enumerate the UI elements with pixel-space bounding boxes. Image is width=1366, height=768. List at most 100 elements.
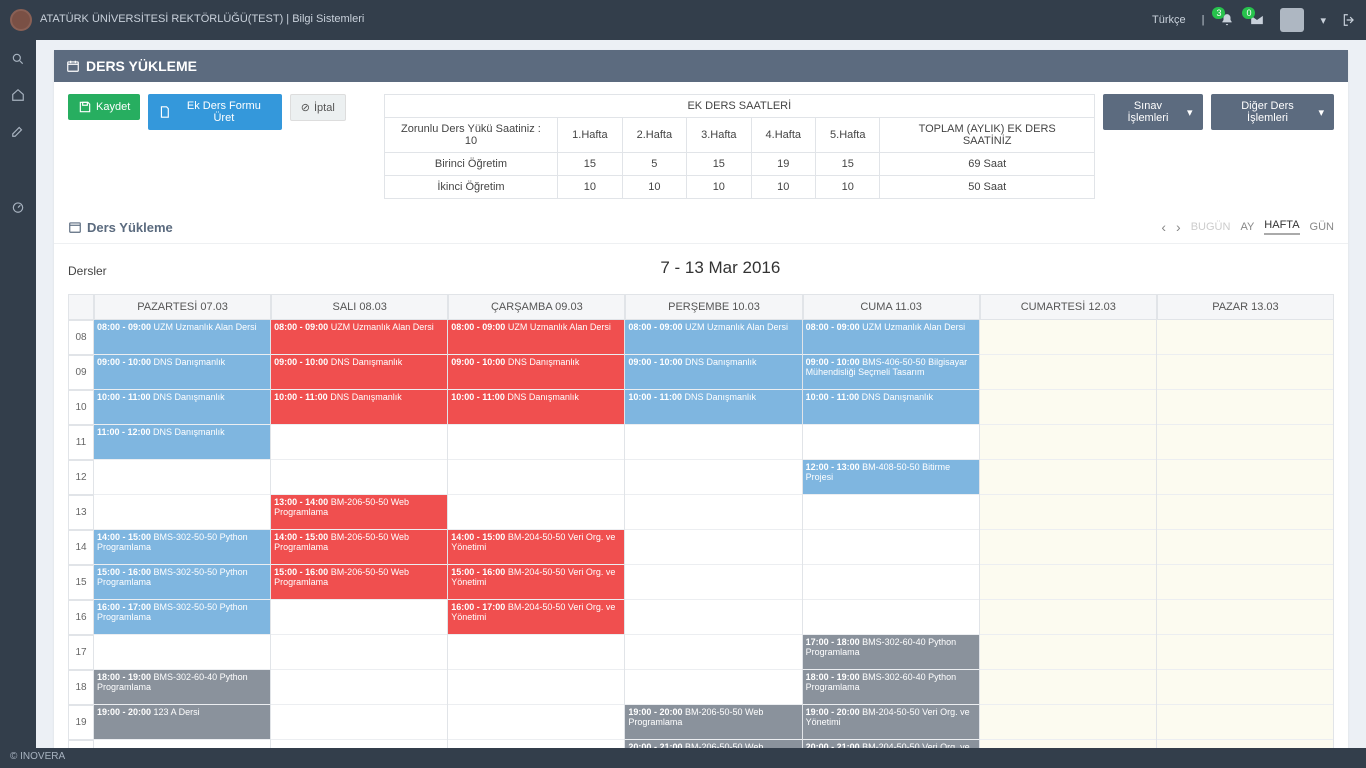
- nav-search[interactable]: [11, 52, 25, 66]
- day-header: SALI 08.03: [271, 294, 448, 320]
- calendar-event[interactable]: 13:00 - 14:00 BM-206-50-50 Web Programla…: [271, 495, 447, 529]
- calendar-event[interactable]: 09:00 - 10:00 DNS Danışmanlık: [625, 355, 801, 389]
- topbar-right: Türkçe | 3 0 ▾: [1152, 8, 1356, 32]
- calendar-event[interactable]: 14:00 - 15:00 BM-204-50-50 Veri Org. ve …: [448, 530, 624, 564]
- calendar-event[interactable]: 10:00 - 11:00 DNS Danışmanlık: [271, 390, 447, 424]
- zorunlu-header: Zorunlu Ders Yükü Saatiniz : 10: [384, 118, 557, 153]
- day-header: PAZARTESİ 07.03: [94, 294, 271, 320]
- calendar-event[interactable]: 18:00 - 19:00 BMS-302-60-40 Python Progr…: [803, 670, 979, 704]
- nav-dashboard[interactable]: [11, 200, 25, 214]
- language-switch[interactable]: Türkçe: [1152, 14, 1186, 26]
- left-nav: [0, 40, 36, 748]
- calendar-event[interactable]: 16:00 - 17:00 BMS-302-50-50 Python Progr…: [94, 600, 270, 634]
- calendar-event[interactable]: 15:00 - 16:00 BMS-302-50-50 Python Progr…: [94, 565, 270, 599]
- day-column[interactable]: 08:00 - 09:00 UZM Uzmanlık Alan Dersi09:…: [94, 320, 271, 748]
- app-title: ATATÜRK ÜNİVERSİTESİ REKTÖRLÜĞÜ(TEST) | …: [40, 13, 1152, 26]
- hour-label: 19: [68, 705, 94, 740]
- calendar-event[interactable]: 15:00 - 16:00 BM-206-50-50 Web Programla…: [271, 565, 447, 599]
- calendar-event[interactable]: 09:00 - 10:00 DNS Danışmanlık: [94, 355, 270, 389]
- app-logo: [10, 9, 32, 31]
- ek-title: EK DERS SAATLERİ: [384, 95, 1094, 118]
- content-area: DERS YÜKLEME Kaydet Ek Ders Formu Üret ⊘…: [36, 40, 1366, 748]
- calendar-grid[interactable]: PAZARTESİ 07.03SALI 08.03ÇARŞAMBA 09.03P…: [68, 294, 1334, 748]
- hour-label: 11: [68, 425, 94, 460]
- day-column[interactable]: 08:00 - 09:00 UZM Uzmanlık Alan Dersi09:…: [803, 320, 980, 748]
- day-header: PAZAR 13.03: [1157, 294, 1334, 320]
- calendar-event[interactable]: 10:00 - 11:00 DNS Danışmanlık: [803, 390, 979, 424]
- hour-label: 08: [68, 320, 94, 355]
- calendar-event[interactable]: 20:00 - 21:00 BM-204-50-50 Veri Org. ve …: [803, 740, 979, 748]
- calendar-icon: [66, 59, 80, 73]
- logout-icon[interactable]: [1342, 13, 1356, 27]
- section-title: Ders Yükleme: [68, 220, 1161, 235]
- week-button[interactable]: HAFTA: [1264, 219, 1299, 235]
- day-button[interactable]: GÜN: [1310, 221, 1334, 233]
- nav-edit[interactable]: [11, 124, 25, 138]
- calendar-event[interactable]: 18:00 - 19:00 BMS-302-60-40 Python Progr…: [94, 670, 270, 704]
- calendar-event[interactable]: 10:00 - 11:00 DNS Danışmanlık: [94, 390, 270, 424]
- calendar-event[interactable]: 09:00 - 10:00 DNS Danışmanlık: [448, 355, 624, 389]
- day-header: PERŞEMBE 10.03: [625, 294, 802, 320]
- calendar-event[interactable]: 16:00 - 17:00 BM-204-50-50 Veri Org. ve …: [448, 600, 624, 634]
- calendar-event[interactable]: 08:00 - 09:00 UZM Uzmanlık Alan Dersi: [448, 320, 624, 354]
- cancel-button[interactable]: ⊘ İptal: [290, 94, 346, 121]
- day-column[interactable]: [980, 320, 1157, 748]
- calendar-event[interactable]: 08:00 - 09:00 UZM Uzmanlık Alan Dersi: [625, 320, 801, 354]
- notif-envelope[interactable]: 0: [1250, 13, 1264, 27]
- calendar-icon: [68, 220, 82, 234]
- hour-label: 12: [68, 460, 94, 495]
- ban-icon: ⊘: [301, 101, 310, 114]
- chevron-down-icon[interactable]: ▾: [1320, 14, 1326, 27]
- day-column[interactable]: 08:00 - 09:00 UZM Uzmanlık Alan Dersi09:…: [271, 320, 448, 748]
- document-icon: [158, 105, 172, 119]
- toolbar: Kaydet Ek Ders Formu Üret ⊘ İptal EK DER…: [54, 82, 1348, 211]
- day-header: CUMA 11.03: [803, 294, 980, 320]
- footer: © INOVERA: [0, 748, 1366, 768]
- ek-ders-table: EK DERS SAATLERİ Zorunlu Ders Yükü Saati…: [384, 94, 1095, 199]
- hour-label: 20: [68, 740, 94, 748]
- calendar-event[interactable]: 08:00 - 09:00 UZM Uzmanlık Alan Dersi: [803, 320, 979, 354]
- day-column[interactable]: 08:00 - 09:00 UZM Uzmanlık Alan Dersi09:…: [625, 320, 802, 748]
- calendar-event[interactable]: 20:00 - 21:00 BM-206-50-50 Web Programla…: [625, 740, 801, 748]
- diger-button[interactable]: Diğer Ders İşlemleri ▾: [1211, 94, 1334, 130]
- calendar-event[interactable]: 12:00 - 13:00 BM-408-50-50 Bitirme Proje…: [803, 460, 979, 494]
- date-range: 7 - 13 Mar 2016: [107, 258, 1334, 278]
- ekders-button[interactable]: Ek Ders Formu Üret: [148, 94, 282, 130]
- panel-header: DERS YÜKLEME: [54, 50, 1348, 82]
- day-header: ÇARŞAMBA 09.03: [448, 294, 625, 320]
- prev-arrow[interactable]: ‹: [1161, 219, 1166, 235]
- calendar-event[interactable]: 08:00 - 09:00 UZM Uzmanlık Alan Dersi: [94, 320, 270, 354]
- dersler-label: Dersler: [68, 264, 107, 278]
- calendar-event[interactable]: 10:00 - 11:00 DNS Danışmanlık: [625, 390, 801, 424]
- subheader: Ders Yükleme ‹ › BUGÜN AY HAFTA GÜN: [54, 211, 1348, 244]
- hour-label: 16: [68, 600, 94, 635]
- hour-label: 15: [68, 565, 94, 600]
- panel-title: DERS YÜKLEME: [86, 58, 197, 74]
- today-button[interactable]: BUGÜN: [1191, 221, 1231, 233]
- calendar-event[interactable]: 10:00 - 11:00 DNS Danışmanlık: [448, 390, 624, 424]
- sinav-button[interactable]: Sınav İşlemleri ▾: [1103, 94, 1203, 130]
- hour-label: 13: [68, 495, 94, 530]
- calendar-event[interactable]: 14:00 - 15:00 BM-206-50-50 Web Programla…: [271, 530, 447, 564]
- calendar-event[interactable]: 19:00 - 20:00 BM-206-50-50 Web Programla…: [625, 705, 801, 739]
- save-button[interactable]: Kaydet: [68, 94, 140, 120]
- day-header: CUMARTESİ 12.03: [980, 294, 1157, 320]
- hour-label: 18: [68, 670, 94, 705]
- nav-home[interactable]: [11, 88, 25, 102]
- month-button[interactable]: AY: [1240, 221, 1254, 233]
- calendar-event[interactable]: 15:00 - 16:00 BM-204-50-50 Veri Org. ve …: [448, 565, 624, 599]
- calendar-event[interactable]: 14:00 - 15:00 BMS-302-50-50 Python Progr…: [94, 530, 270, 564]
- calendar-event[interactable]: 09:00 - 10:00 DNS Danışmanlık: [271, 355, 447, 389]
- calendar-event[interactable]: 09:00 - 10:00 BMS-406-50-50 Bilgisayar M…: [803, 355, 979, 389]
- calendar-event[interactable]: 11:00 - 12:00 DNS Danışmanlık: [94, 425, 270, 459]
- next-arrow[interactable]: ›: [1176, 219, 1181, 235]
- calendar-event[interactable]: 08:00 - 09:00 UZM Uzmanlık Alan Dersi: [271, 320, 447, 354]
- calendar-event[interactable]: 17:00 - 18:00 BMS-302-60-40 Python Progr…: [803, 635, 979, 669]
- calendar-event[interactable]: 19:00 - 20:00 123 A Dersi: [94, 705, 270, 739]
- day-column[interactable]: [1157, 320, 1334, 748]
- notif-bell[interactable]: 3: [1220, 13, 1234, 27]
- user-avatar[interactable]: [1280, 8, 1304, 32]
- day-column[interactable]: 08:00 - 09:00 UZM Uzmanlık Alan Dersi09:…: [448, 320, 625, 748]
- table-row: Birinci Öğretim 15 5 15 19 15 69 Saat: [384, 153, 1094, 176]
- calendar-event[interactable]: 19:00 - 20:00 BM-204-50-50 Veri Org. ve …: [803, 705, 979, 739]
